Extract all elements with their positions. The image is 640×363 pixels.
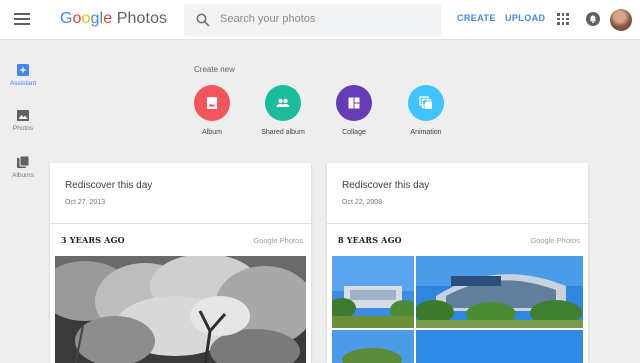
sidebar-item-label: Albums bbox=[12, 172, 34, 179]
google-photos-brand: Google Photos bbox=[530, 236, 580, 245]
create-item-label: Shared album bbox=[261, 129, 305, 136]
sidebar-item-assistant[interactable]: Assistant bbox=[0, 64, 46, 87]
album-icon bbox=[194, 85, 230, 121]
search-placeholder: Search your photos bbox=[220, 13, 316, 25]
outdoor-photo[interactable] bbox=[332, 330, 414, 363]
card-title: Rediscover this day bbox=[65, 180, 153, 191]
card-date: Oct 22, 2008 bbox=[342, 199, 383, 206]
collage-icon bbox=[336, 85, 372, 121]
search-icon bbox=[196, 13, 210, 27]
create-shared-album-button[interactable]: Shared album bbox=[243, 85, 323, 136]
google-photos-brand: Google Photos bbox=[253, 236, 303, 245]
create-animation-button[interactable]: Animation bbox=[386, 85, 466, 136]
years-ago-label: 3 YEARS AGO bbox=[61, 235, 125, 245]
card-subheader: 8 YEARS AGO Google Photos bbox=[327, 224, 588, 256]
avatar[interactable] bbox=[610, 9, 632, 31]
card-subheader: 3 YEARS AGO Google Photos bbox=[50, 224, 311, 256]
people-icon bbox=[265, 85, 301, 121]
assistant-icon bbox=[17, 64, 29, 76]
sidebar-item-label: Photos bbox=[12, 125, 34, 132]
create-item-label: Animation bbox=[410, 129, 442, 136]
notifications-icon[interactable] bbox=[586, 12, 600, 26]
rediscover-card[interactable]: Rediscover this day Oct 27, 2013 3 YEARS… bbox=[50, 163, 311, 363]
tree-photo[interactable] bbox=[55, 256, 306, 363]
years-ago-label: 8 YEARS AGO bbox=[338, 235, 402, 245]
sky-photo[interactable] bbox=[416, 330, 583, 363]
animation-icon bbox=[408, 85, 444, 121]
search-input[interactable]: Search your photos bbox=[184, 4, 441, 36]
logo-product-name: Photos bbox=[116, 10, 168, 27]
photo-icon bbox=[17, 110, 29, 121]
upload-button[interactable]: UPLOAD bbox=[505, 13, 545, 23]
create-button[interactable]: CREATE bbox=[457, 13, 496, 23]
bell-icon bbox=[589, 15, 597, 24]
rediscover-card[interactable]: Rediscover this day Oct 22, 2008 8 YEARS… bbox=[327, 163, 588, 363]
menu-icon[interactable] bbox=[14, 13, 30, 27]
card-title: Rediscover this day bbox=[342, 180, 430, 191]
card-header: Rediscover this day Oct 27, 2013 bbox=[50, 163, 311, 224]
sidebar-item-albums[interactable]: Albums bbox=[0, 156, 46, 179]
create-item-label: Collage bbox=[342, 129, 366, 136]
sidebar-item-label: Assistant bbox=[9, 80, 37, 87]
stadium-photo[interactable] bbox=[416, 256, 583, 328]
create-collage-button[interactable]: Collage bbox=[314, 85, 394, 136]
sidebar-item-photos[interactable]: Photos bbox=[0, 110, 46, 132]
google-photos-logo[interactable]: Google Photos bbox=[60, 10, 167, 28]
app-header: Google Photos Search your photos CREATE … bbox=[0, 0, 640, 40]
create-album-button[interactable]: Album bbox=[172, 85, 252, 136]
card-date: Oct 27, 2013 bbox=[65, 199, 106, 206]
card-header: Rediscover this day Oct 22, 2008 bbox=[327, 163, 588, 224]
create-new-title: Create new bbox=[194, 65, 235, 74]
apps-grid-icon[interactable] bbox=[557, 13, 569, 25]
building-photo[interactable] bbox=[332, 256, 414, 328]
create-item-label: Album bbox=[202, 129, 222, 136]
albums-icon bbox=[17, 156, 29, 168]
